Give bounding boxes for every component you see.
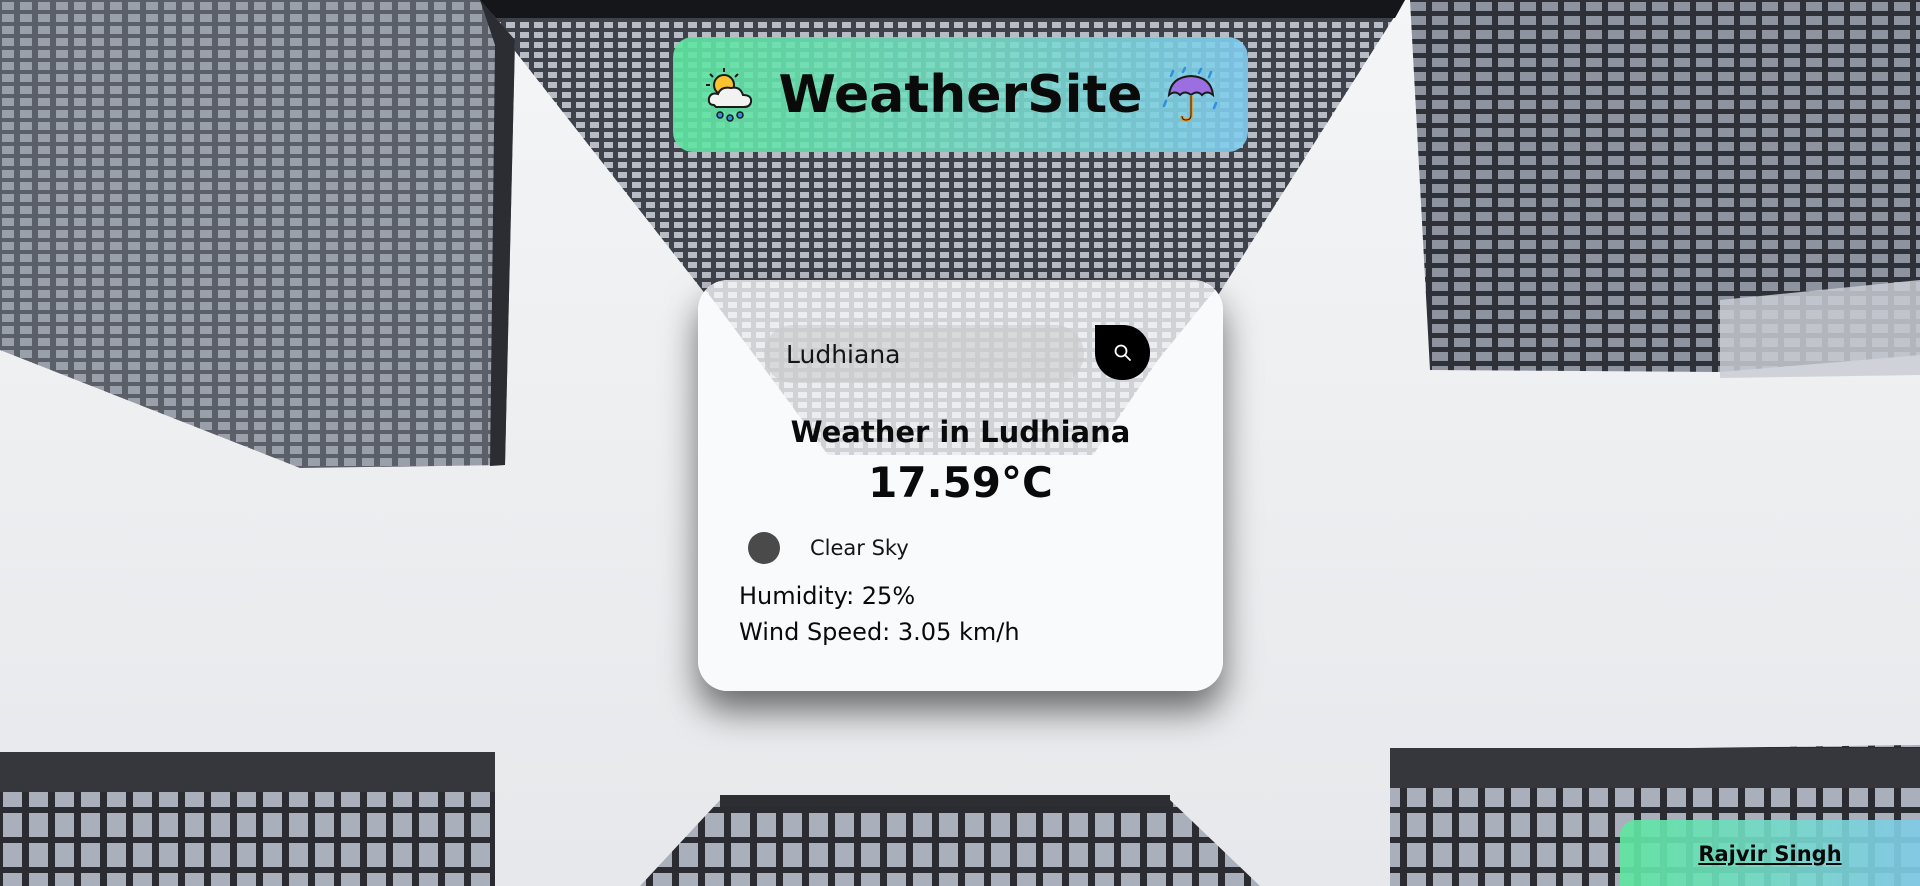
- umbrella-with-rain-icon: [1162, 66, 1217, 122]
- site-title: WeatherSite: [778, 64, 1143, 125]
- author-tag: Rajvir Singh: [1620, 820, 1920, 886]
- wind-speed-text: Wind Speed: 3.05 km/h: [739, 618, 1020, 646]
- author-link[interactable]: Rajvir Singh: [1698, 842, 1841, 866]
- humidity-text: Humidity: 25%: [739, 582, 916, 610]
- search-icon: [1114, 344, 1131, 361]
- site-header-banner: WeatherSite: [673, 37, 1248, 152]
- city-search-input[interactable]: [764, 325, 1084, 383]
- weather-condition-icon: [748, 532, 780, 564]
- weather-location-heading: Weather in Ludhiana: [790, 415, 1131, 449]
- weather-condition-text: Clear Sky: [810, 536, 909, 560]
- weather-page: WeatherSite Ludhiana Weather in Ludhiana…: [0, 0, 1920, 886]
- sun-behind-rain-cloud-icon: [706, 67, 753, 122]
- search-bar: [764, 325, 1084, 383]
- search-button[interactable]: [1095, 325, 1150, 380]
- temperature-value: 17.59°C: [868, 458, 1053, 507]
- weather-card: Weather in Ludhiana 17.59°C Clear Sky Hu…: [698, 280, 1223, 691]
- weather-condition-row: Clear Sky: [748, 530, 909, 566]
